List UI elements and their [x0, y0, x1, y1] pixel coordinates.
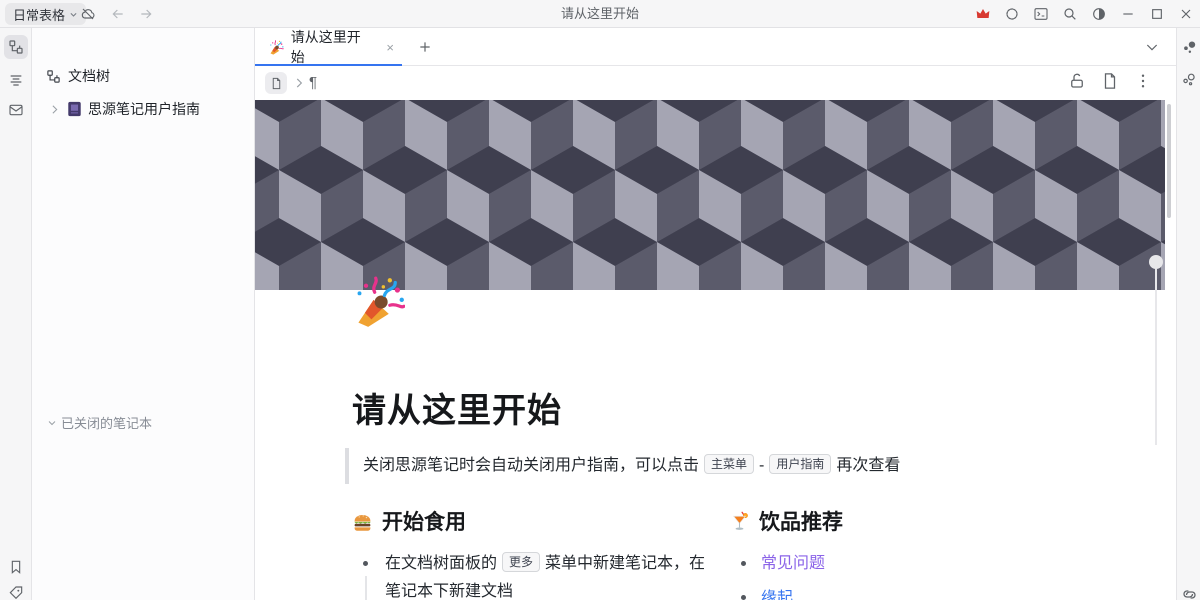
vip-crown-icon[interactable] [975, 6, 991, 22]
list-item[interactable]: 在文档树面板的更多菜单中新建笔记本，在笔记本下新建文档 [385, 550, 707, 600]
more-menu-icon[interactable] [1134, 72, 1152, 90]
breadcrumb: ¶ [255, 66, 1176, 100]
tab-close-icon[interactable]: × [386, 40, 394, 55]
tab-label: 请从这里开始 [291, 27, 374, 67]
readonly-unlock-icon[interactable] [1068, 72, 1086, 90]
heading-drinks[interactable]: 饮品推荐 [729, 506, 843, 536]
party-popper-icon [269, 40, 284, 55]
link-faq[interactable]: 常见问题 [761, 550, 825, 578]
banner-drag-line [1155, 268, 1157, 445]
closed-notebooks-toggle[interactable]: 已关闭的笔记本 [46, 413, 152, 432]
titlebar: 日常表格 请从这里开始 [0, 0, 1200, 28]
hamburger-icon [352, 511, 373, 532]
minimize-button[interactable] [1120, 6, 1136, 22]
notebook-label: 思源笔记用户指南 [88, 99, 200, 119]
doc-title[interactable]: 请从这里开始 [352, 383, 562, 432]
doc-banner[interactable] [255, 100, 1165, 290]
kbd-more: 更多 [502, 552, 540, 572]
chevron-right-icon [292, 76, 306, 90]
heading-label: 开始食用 [382, 506, 466, 536]
caret-down-icon [69, 10, 78, 19]
cloud-sync-off-icon[interactable] [80, 6, 96, 22]
heading-start-eating[interactable]: 开始食用 [352, 506, 466, 536]
kbd-user-guide: 用户指南 [769, 454, 831, 474]
dock-outline-icon[interactable] [4, 68, 28, 92]
back-button[interactable] [110, 6, 126, 22]
filetree-panel-header: 文档树 [46, 66, 110, 86]
tab-active[interactable]: 请从这里开始 × [255, 28, 402, 66]
chevron-down-icon [46, 417, 58, 429]
graph-icon[interactable] [1179, 37, 1199, 57]
notebook-item[interactable]: 思源笔记用户指南 [48, 99, 200, 119]
tab-menu-button[interactable] [1144, 39, 1160, 55]
global-graph-icon[interactable] [1179, 69, 1199, 89]
link-origin[interactable]: 缘起 [761, 585, 793, 600]
maximize-button[interactable] [1149, 6, 1165, 22]
breadcrumb-doc-icon[interactable] [265, 72, 287, 94]
dock-bookmark-icon[interactable] [4, 555, 28, 579]
breadcrumb-paragraph[interactable]: ¶ [309, 74, 317, 91]
console-icon[interactable] [1033, 6, 1049, 22]
banner-drag-handle[interactable] [1149, 255, 1163, 269]
doc-emoji-party-popper[interactable] [353, 276, 405, 328]
panel-title: 文档树 [68, 66, 110, 86]
blockquote-separator: - [759, 457, 764, 474]
dock-filetree-icon[interactable] [4, 35, 28, 59]
close-button[interactable] [1178, 6, 1194, 22]
list-item-text: 在文档树面板的 [385, 555, 497, 572]
backlinks-icon[interactable] [1179, 584, 1199, 604]
search-icon[interactable] [1062, 6, 1078, 22]
blockquote-text: 关闭思源笔记时会自动关闭用户指南，可以点击 [363, 457, 699, 474]
blockquote[interactable]: 关闭思源笔记时会自动关闭用户指南，可以点击主菜单-用户指南再次查看 [345, 448, 1095, 484]
filetree-panel: 文档树 思源笔记用户指南 已关闭的笔记本 [32, 28, 255, 600]
right-dock [1176, 28, 1200, 600]
closed-notebooks-label: 已关闭的笔记本 [61, 413, 152, 432]
heading-label: 饮品推荐 [759, 506, 843, 536]
filetree-icon [46, 69, 61, 84]
left-dock [0, 28, 32, 600]
notebook-icon [67, 101, 82, 117]
editor-area[interactable]: 请从这里开始 关闭思源笔记时会自动关闭用户指南，可以点击主菜单-用户指南再次查看… [255, 100, 1174, 600]
blockquote-text-after: 再次查看 [836, 457, 900, 474]
list-bullet [741, 595, 746, 600]
dock-tag-icon[interactable] [4, 581, 28, 605]
chevron-right-icon[interactable] [48, 103, 61, 116]
marketplace-icon[interactable] [1004, 6, 1020, 22]
kbd-main-menu: 主菜单 [704, 454, 754, 474]
theme-mode-icon[interactable] [1091, 6, 1107, 22]
list-bullet [363, 561, 368, 566]
list-guide-line [365, 576, 367, 600]
dock-inbox-icon[interactable] [4, 98, 28, 122]
workspace-label: 日常表格 [13, 5, 65, 24]
doc-info-icon[interactable] [1101, 72, 1119, 90]
new-tab-button[interactable] [417, 39, 433, 55]
list-bullet [741, 561, 746, 566]
workspace-switcher[interactable]: 日常表格 [5, 3, 86, 25]
editor-scrollbar[interactable] [1167, 104, 1171, 218]
tropical-drink-icon [729, 511, 750, 532]
forward-button[interactable] [138, 6, 154, 22]
tabbar: 请从这里开始 × [255, 28, 1176, 66]
